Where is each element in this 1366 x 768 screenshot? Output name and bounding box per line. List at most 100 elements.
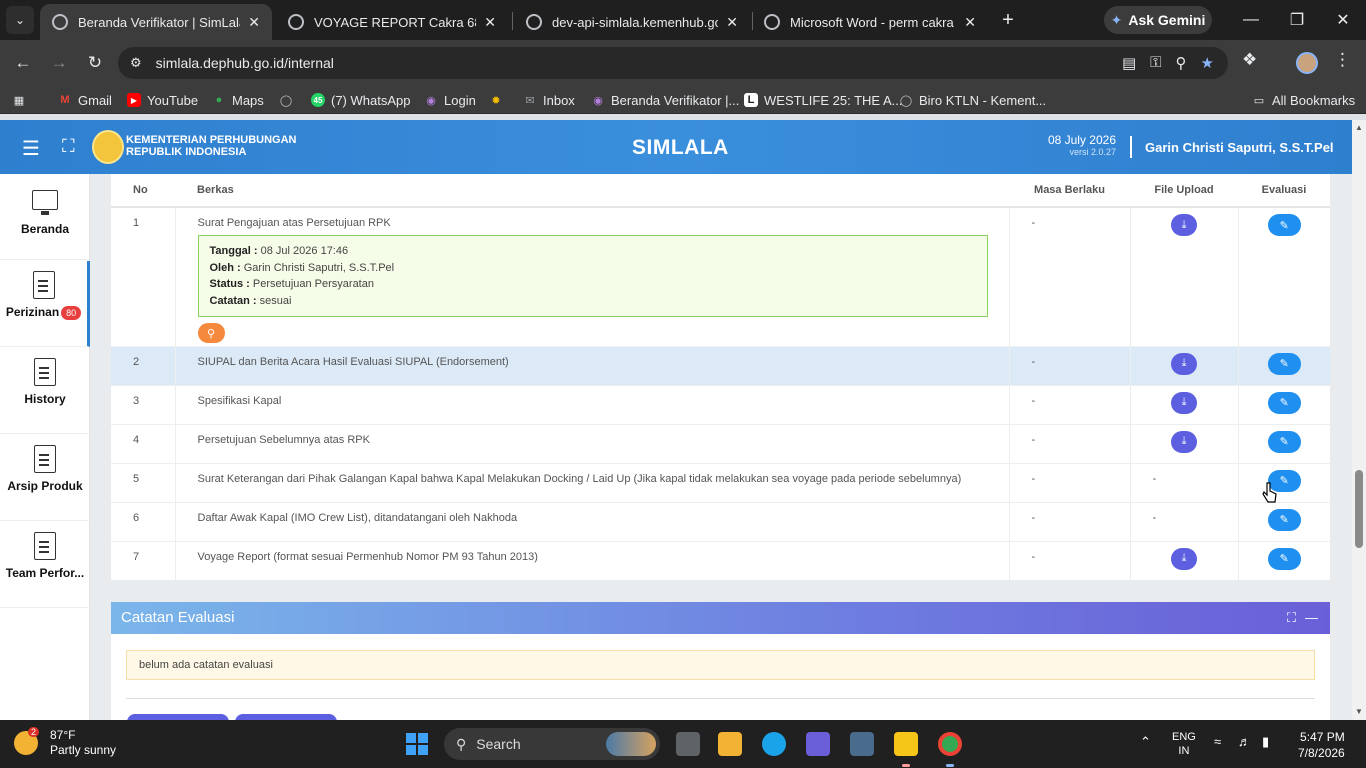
bookmark-maps[interactable]: ● Maps bbox=[212, 91, 264, 109]
header-no: No bbox=[111, 174, 175, 208]
address-bar[interactable]: ⚙ simlala.dephub.go.id/internal ▤ ⚿ ⚲ ★ bbox=[118, 47, 1228, 79]
bookmark-westlife[interactable]: L WESTLIFE 25: THE A... bbox=[744, 91, 902, 109]
edit-evaluasi-button[interactable]: ✎ bbox=[1267, 391, 1301, 414]
bookmark-label: YouTube bbox=[147, 92, 199, 108]
scroll-up-icon[interactable]: ▲ bbox=[1355, 124, 1363, 132]
windows-start-icon[interactable] bbox=[406, 733, 428, 755]
tab-beranda-verifikator[interactable]: Beranda Verifikator | SimLala ✕ bbox=[40, 4, 272, 40]
download-button[interactable]: ⤓ bbox=[1171, 547, 1197, 570]
bookmark-whatsapp[interactable]: 45 (7) WhatsApp bbox=[311, 91, 410, 109]
apps-grid-icon[interactable]: ▦ bbox=[12, 91, 32, 109]
collapse-minus-icon[interactable]: — bbox=[1305, 610, 1318, 625]
task-view-icon[interactable] bbox=[676, 732, 700, 756]
main-content: No Berkas Masa Berlaku File Upload Evalu… bbox=[111, 174, 1330, 581]
edit-evaluasi-button[interactable]: ✎ bbox=[1267, 508, 1301, 531]
bookmark-globe[interactable]: ◯ bbox=[279, 91, 299, 109]
volume-icon[interactable]: ♬ bbox=[1238, 734, 1251, 749]
close-window-icon[interactable]: ✕ bbox=[1320, 0, 1366, 40]
camera-app-icon[interactable] bbox=[850, 732, 874, 756]
forward-arrow-icon[interactable]: → bbox=[46, 50, 72, 76]
bookmark-beranda-verifikator[interactable]: ◉ Beranda Verifikator |... bbox=[591, 91, 739, 109]
edit-evaluasi-button[interactable]: ✎ bbox=[1267, 214, 1301, 236]
info-status: Persetujuan Persyaratan bbox=[252, 278, 374, 290]
bookmark-youtube[interactable]: ▶ YouTube bbox=[127, 91, 198, 109]
hamburger-menu-icon[interactable]: ☰ bbox=[22, 136, 40, 161]
download-button[interactable]: ⤓ bbox=[1171, 214, 1197, 236]
edit-evaluasi-button[interactable]: ✎ bbox=[1267, 430, 1301, 453]
new-tab-plus-icon[interactable]: + bbox=[996, 8, 1020, 32]
app-icon[interactable] bbox=[806, 732, 830, 756]
bookmark-login[interactable]: ◉ Login bbox=[424, 91, 476, 109]
download-button[interactable]: ⤓ bbox=[1171, 352, 1197, 375]
download-button[interactable]: ⤓ bbox=[1171, 391, 1197, 414]
restore-icon[interactable]: ❐ bbox=[1274, 0, 1320, 40]
close-tab-icon[interactable]: ✕ bbox=[964, 14, 976, 31]
site-info-icon[interactable]: ⚙ bbox=[130, 55, 142, 71]
ask-gemini-button[interactable]: ✦ Ask Gemini bbox=[1104, 6, 1212, 34]
scrollbar-thumb[interactable] bbox=[1355, 470, 1363, 548]
profile-avatar[interactable] bbox=[1296, 52, 1318, 74]
sidebar-item-history[interactable]: History bbox=[0, 348, 90, 434]
scroll-down-icon[interactable]: ▼ bbox=[1355, 708, 1363, 716]
browser-tabstrip: ⌄ Beranda Verifikator | SimLala ✕ VOYAGE… bbox=[0, 0, 1366, 40]
cell-no: 5 bbox=[111, 463, 176, 503]
cell-berkas: Surat Keterangan dari Pihak Galangan Kap… bbox=[175, 463, 1010, 503]
file-explorer-icon[interactable] bbox=[718, 732, 742, 756]
taskbar-clock[interactable]: 5:47 PM 7/8/2026 bbox=[1298, 729, 1345, 761]
password-key-icon[interactable]: ⚿ bbox=[1150, 54, 1161, 72]
tab-search-chevron-icon[interactable]: ⌄ bbox=[6, 6, 34, 34]
gemini-sparkle-icon: ✦ bbox=[1110, 11, 1123, 28]
sidebar-item-arsip-produk[interactable]: Arsip Produk bbox=[0, 435, 90, 521]
all-bookmarks-button[interactable]: ▭ All Bookmarks bbox=[1252, 91, 1355, 109]
wifi-icon[interactable]: ≈ bbox=[1214, 734, 1221, 749]
language-indicator[interactable]: ENG IN bbox=[1172, 730, 1196, 758]
show-hidden-icons-chevron-icon[interactable]: ⌃ bbox=[1140, 734, 1151, 750]
tab-dev-api[interactable]: dev-api-simlala.kemenhub.go.id ✕ bbox=[514, 4, 750, 40]
tab-voyage-report[interactable]: VOYAGE REPORT Cakra 68.xlsx ✕ bbox=[276, 4, 508, 40]
login-favicon-icon: ◉ bbox=[426, 94, 436, 107]
tab-microsoft-word[interactable]: Microsoft Word - perm cakra rp ✕ bbox=[752, 4, 988, 40]
sidebar-item-perizinan[interactable]: Perizinan 80 bbox=[0, 261, 90, 347]
fullscreen-icon[interactable]: ⛶ bbox=[62, 136, 75, 157]
back-arrow-icon[interactable]: ← bbox=[10, 50, 36, 76]
close-tab-icon[interactable]: ✕ bbox=[726, 14, 738, 31]
download-button[interactable]: ⤓ bbox=[1171, 430, 1197, 453]
url-text[interactable]: simlala.dephub.go.id/internal bbox=[156, 55, 334, 71]
view-detail-search-button[interactable]: ⚲ bbox=[197, 323, 225, 343]
weather-widget[interactable]: 2 87°F Partly sunny bbox=[14, 727, 116, 758]
whatsapp-icon: 45 bbox=[311, 93, 325, 107]
reload-icon[interactable]: ↻ bbox=[82, 50, 108, 76]
taskbar-search[interactable]: ⚲ Search bbox=[444, 728, 660, 760]
bookmark-gmail[interactable]: M Gmail bbox=[58, 91, 112, 109]
install-app-icon[interactable]: ▤ bbox=[1122, 54, 1136, 72]
edit-evaluasi-button[interactable]: ✎ bbox=[1267, 547, 1301, 570]
berkas-title: Surat Pengajuan atas Persetujuan RPK bbox=[197, 217, 391, 229]
youtube-icon: ▶ bbox=[127, 93, 141, 107]
bookmark-biro-ktln[interactable]: ◯ Biro KTLN - Kement... bbox=[899, 91, 1046, 109]
battery-icon[interactable]: ▮ bbox=[1262, 734, 1269, 750]
bookmark-star-icon[interactable]: ★ bbox=[1201, 54, 1214, 72]
header-file-upload: File Upload bbox=[1130, 174, 1238, 208]
user-name[interactable]: Garin Christi Saputri, S.S.T.Pel bbox=[1145, 140, 1334, 155]
chrome-icon[interactable] bbox=[938, 732, 962, 756]
page-scrollbar[interactable]: ▲ ▼ bbox=[1352, 120, 1366, 720]
search-label: Search bbox=[476, 736, 521, 752]
cell-file-upload: ⤓ bbox=[1130, 207, 1239, 347]
sticky-notes-icon[interactable] bbox=[894, 732, 918, 756]
close-tab-icon[interactable]: ✕ bbox=[484, 14, 496, 31]
bookmark-inbox[interactable]: ✉ Inbox bbox=[523, 91, 574, 109]
sidebar-item-beranda[interactable]: Beranda bbox=[0, 174, 90, 260]
browser-menu-icon[interactable]: ⋮ bbox=[1334, 50, 1351, 70]
sidebar-item-team-performance[interactable]: Team Perfor... bbox=[0, 522, 90, 608]
edit-evaluasi-button[interactable]: ✎ bbox=[1267, 352, 1301, 375]
expand-icon[interactable]: ⛶ bbox=[1287, 610, 1296, 626]
cell-berkas: SIUPAL dan Berita Acara Hasil Evaluasi S… bbox=[175, 346, 1010, 386]
cell-evaluasi: ✎ bbox=[1238, 385, 1330, 425]
edge-browser-icon[interactable] bbox=[762, 732, 786, 756]
minimize-icon[interactable]: — bbox=[1228, 0, 1274, 40]
bookmark-pinwheel[interactable]: ✹ bbox=[489, 91, 509, 109]
close-tab-icon[interactable]: ✕ bbox=[248, 14, 260, 31]
zoom-icon[interactable]: ⚲ bbox=[1176, 54, 1187, 72]
app-header: ☰ ⛶ KEMENTERIAN PERHUBUNGAN REPUBLIK IND… bbox=[0, 120, 1352, 174]
extensions-puzzle-icon[interactable]: ❖ bbox=[1242, 50, 1257, 70]
